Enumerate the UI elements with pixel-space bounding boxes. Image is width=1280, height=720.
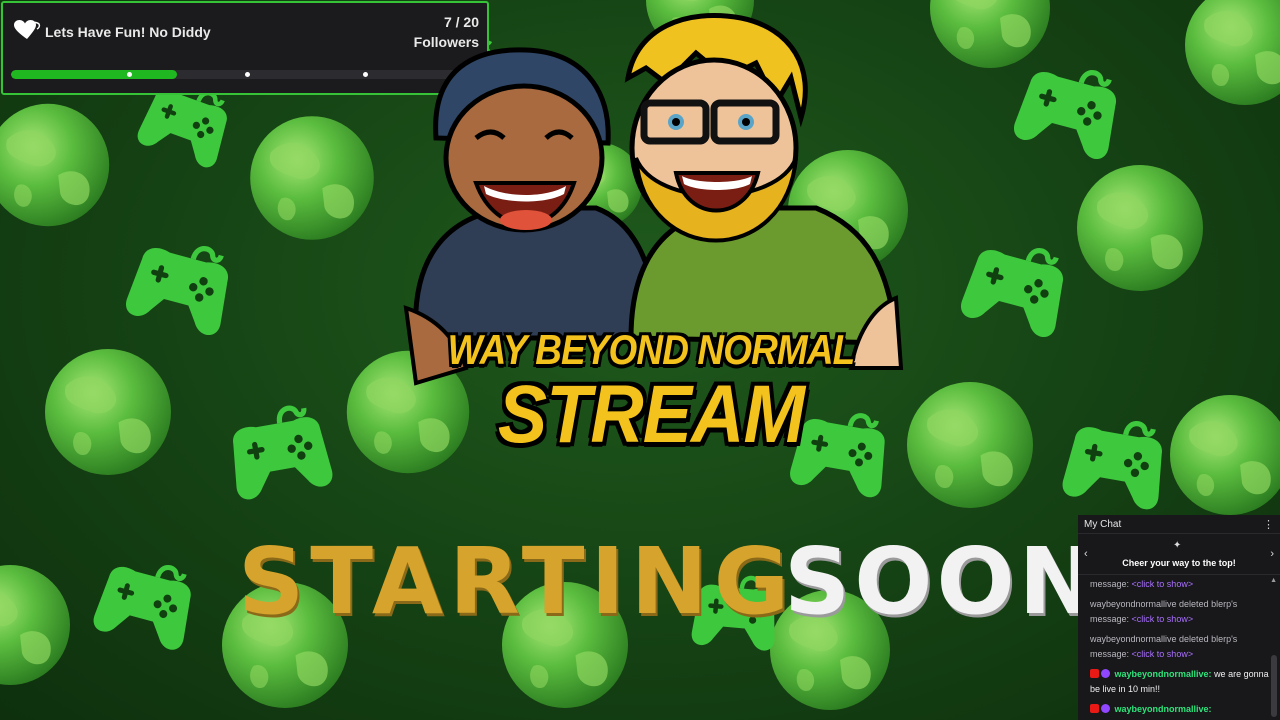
stream-logo: WAY BEYOND NORMAL STREAM: [396, 8, 906, 468]
bits-icon: ✦: [1173, 540, 1182, 551]
chat-message: waybeyondnormallive:: [1090, 702, 1270, 717]
goal-progress-fill: [11, 70, 177, 79]
prime-badge-icon: [1101, 704, 1110, 713]
logo-line-2: STREAM: [497, 369, 805, 460]
headline-soon: SOON: [784, 528, 1100, 635]
click-to-show-link[interactable]: <click to show>: [1132, 579, 1194, 589]
moderator-badge-icon: [1090, 669, 1099, 678]
chat-message: message: <click to show>: [1090, 577, 1270, 592]
heart-icon: [14, 20, 41, 39]
goal-milestone-marker: [363, 72, 368, 77]
chevron-right-icon[interactable]: ›: [1270, 548, 1274, 560]
chat-message: waybeyondnormallive deleted blerp's mess…: [1090, 632, 1270, 662]
goal-milestone-marker: [245, 72, 250, 77]
logo-line-1: WAY BEYOND NORMAL: [447, 326, 856, 373]
chat-title: My Chat: [1084, 518, 1122, 530]
chat-dock[interactable]: My Chat ⋮ ‹ ✦ Cheer your way to the top!…: [1078, 515, 1280, 720]
moderator-badge-icon: [1090, 704, 1099, 713]
message-text: message:: [1090, 579, 1130, 589]
chat-message: waybeyondnormallive deleted blerp's mess…: [1090, 597, 1270, 627]
chat-messages: message: <click to show> waybeyondnormal…: [1078, 575, 1280, 717]
chat-scrollbar[interactable]: [1271, 655, 1277, 717]
cheer-banner: ‹ ✦ Cheer your way to the top! ›: [1078, 534, 1280, 575]
scroll-up-icon[interactable]: ▲: [1270, 577, 1277, 584]
cheer-text: Cheer your way to the top!: [1122, 558, 1236, 568]
chat-username[interactable]: waybeyondnormallive:: [1115, 704, 1212, 714]
chat-message: waybeyondnormallive: we are gonna be liv…: [1090, 667, 1270, 697]
headline-starting: STARTING: [238, 528, 796, 635]
goal-milestone-marker: [127, 72, 132, 77]
goal-title: Lets Have Fun! No Diddy: [45, 24, 211, 40]
chat-username[interactable]: waybeyondnormallive:: [1115, 669, 1212, 679]
prime-badge-icon: [1101, 669, 1110, 678]
chat-header: My Chat ⋮: [1078, 515, 1280, 534]
kebab-menu-icon[interactable]: ⋮: [1263, 518, 1274, 531]
click-to-show-link[interactable]: <click to show>: [1132, 614, 1194, 624]
click-to-show-link[interactable]: <click to show>: [1132, 649, 1194, 659]
